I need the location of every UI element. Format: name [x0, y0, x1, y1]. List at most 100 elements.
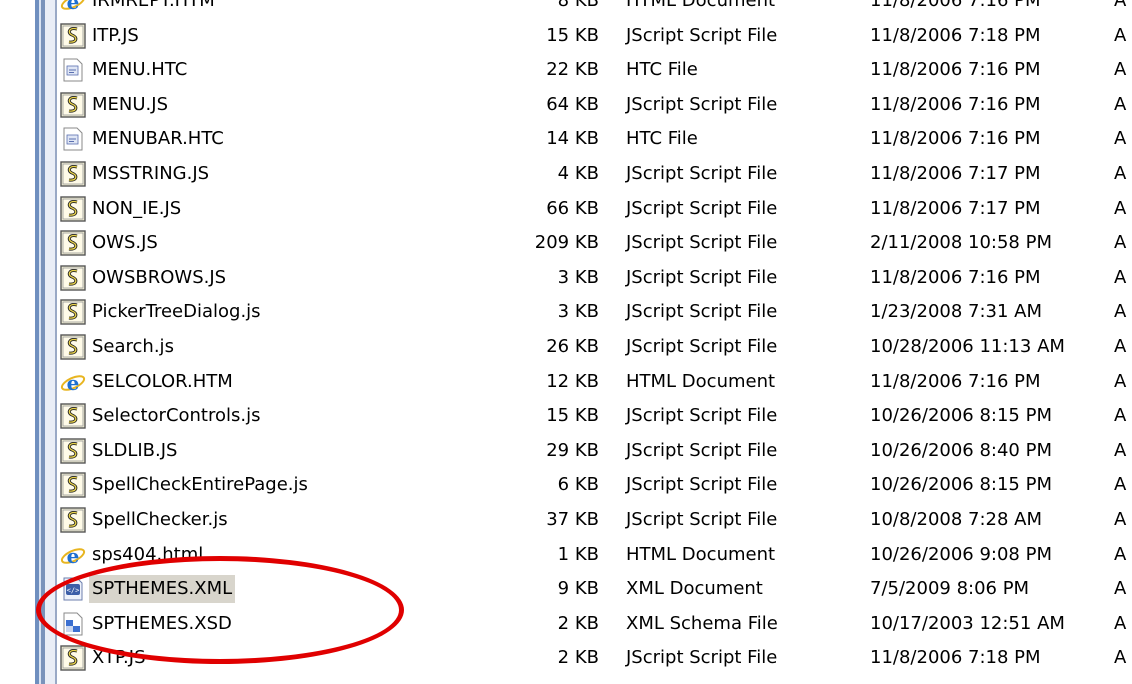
file-attributes: A	[1114, 163, 1127, 184]
file-type: JScript Script File	[626, 474, 778, 496]
file-size: 26 KB	[546, 336, 599, 357]
file-name: SpellChecker.js	[92, 509, 228, 530]
jscript-icon	[60, 92, 86, 118]
file-row[interactable]: MSSTRING.JS 4 KB JScript Script File 11/8/2…	[0, 157, 1132, 191]
file-name: Search.js	[92, 336, 174, 357]
file-modified: 11/8/2006 7:16 PM	[870, 0, 1041, 11]
xml-icon: </>	[60, 576, 86, 602]
file-size: 6 KB	[557, 474, 599, 496]
file-modified: 10/8/2008 7:28 AM	[870, 509, 1043, 530]
file-attributes: A	[1114, 197, 1127, 219]
file-name: ITP.JS	[92, 24, 139, 46]
file-row[interactable]: </> SPTHEMES.XML 9 KB XML Document 7/5/2009 …	[0, 572, 1132, 606]
file-type: JScript Script File	[626, 405, 778, 427]
file-modified: 2/11/2008 10:58 PM	[870, 232, 1052, 254]
xsd-icon	[60, 611, 86, 637]
file-modified: 11/8/2006 7:16 PM	[870, 59, 1041, 81]
file-modified: 11/8/2006 7:16 PM	[870, 370, 1041, 392]
file-size: 64 KB	[546, 93, 599, 115]
file-row[interactable]: XTP.JS 2 KB JScript Script File 11/8/2006 7…	[0, 641, 1132, 675]
file-size: 2 KB	[557, 612, 599, 634]
file-attributes: A	[1114, 301, 1127, 323]
file-name: SELCOLOR.HTM	[92, 370, 233, 392]
file-size: 3 KB	[557, 301, 599, 323]
file-name: IRMREPT.HTM	[92, 0, 215, 11]
file-modified: 7/5/2009 8:06 PM	[870, 578, 1030, 600]
file-name: PickerTreeDialog.js	[92, 301, 261, 323]
file-row[interactable]: e IRMREPT.HTM 8 KB HTML Document 11/8/2006 7…	[0, 0, 1132, 18]
file-attributes: A	[1114, 612, 1127, 634]
file-size: 15 KB	[546, 24, 599, 46]
file-modified: 10/26/2006 9:08 PM	[870, 543, 1052, 565]
file-attributes: A	[1114, 509, 1127, 530]
file-row[interactable]: Search.js 26 KB JScript Script File 10/28/2…	[0, 330, 1132, 364]
jscript-icon	[60, 507, 86, 533]
file-type: XML Document	[626, 578, 763, 600]
file-row[interactable]: e sps404.html 1 KB HTML Document 10/26/2006 …	[0, 538, 1132, 572]
file-attributes: A	[1114, 578, 1127, 600]
file-row[interactable]: PickerTreeDialog.js 3 KB JScript Script Fi…	[0, 295, 1132, 329]
file-row[interactable]: MENU.JS 64 KB JScript Script File 11/8/2006…	[0, 88, 1132, 122]
file-type: JScript Script File	[626, 93, 778, 115]
file-size: 8 KB	[557, 0, 599, 11]
file-row[interactable]: SpellChecker.js 37 KB JScript Script File 1…	[0, 503, 1132, 537]
file-modified: 11/8/2006 7:17 PM	[870, 163, 1041, 184]
file-name: OWS.JS	[92, 232, 158, 254]
file-row[interactable]: SelectorControls.js 15 KB JScript Script F…	[0, 399, 1132, 433]
svg-text:e: e	[67, 371, 80, 395]
file-row[interactable]: OWS.JS 209 KB JScript Script File 2/11/2008…	[0, 226, 1132, 260]
file-name: SLDLIB.JS	[92, 439, 178, 461]
file-modified: 11/8/2006 7:16 PM	[870, 266, 1041, 288]
jscript-icon	[60, 472, 86, 499]
file-row[interactable]: SLDLIB.JS 29 KB JScript Script File 10/26/2…	[0, 434, 1132, 468]
file-attributes: A	[1114, 232, 1127, 254]
file-name: OWSBROWS.JS	[92, 266, 227, 288]
ie-icon: e	[60, 369, 86, 395]
file-row[interactable]: e SELCOLOR.HTM 12 KB HTML Document 11/8/2006…	[0, 365, 1132, 399]
file-modified: 10/26/2006 8:15 PM	[870, 405, 1052, 427]
file-modified: 10/26/2006 8:15 PM	[870, 474, 1052, 496]
file-row[interactable]: SpellCheckEntirePage.js 6 KB JScript Scrip…	[0, 468, 1132, 502]
file-name: sps404.html	[92, 543, 204, 565]
jscript-icon	[60, 230, 86, 256]
file-size: 14 KB	[546, 128, 599, 150]
jscript-icon	[60, 195, 86, 222]
file-modified: 10/17/2003 12:51 AM	[870, 612, 1065, 634]
file-name: NON_IE.JS	[92, 197, 182, 219]
file-attributes: A	[1114, 93, 1127, 115]
file-row[interactable]: OWSBROWS.JS 3 KB JScript Script File 11/8/2…	[0, 261, 1132, 295]
htc-icon	[60, 126, 86, 152]
file-size: 1 KB	[557, 543, 599, 565]
file-type: JScript Script File	[626, 232, 778, 254]
file-type: HTML Document	[626, 543, 776, 565]
file-attributes: A	[1114, 474, 1127, 496]
file-row[interactable]: MENUBAR.HTC 14 KB HTC File 11/8/2006 7:16 P…	[0, 122, 1132, 156]
file-attributes: A	[1114, 0, 1127, 11]
file-name: XTP.JS	[92, 647, 146, 669]
jscript-icon	[60, 645, 86, 672]
file-modified: 11/8/2006 7:18 PM	[870, 24, 1041, 46]
file-type: JScript Script File	[626, 509, 778, 530]
file-row[interactable]: SPTHEMES.XSD 2 KB XML Schema File 10/17/200…	[0, 607, 1132, 641]
file-size: 3 KB	[557, 266, 599, 288]
file-size: 37 KB	[546, 509, 599, 530]
file-modified: 11/8/2006 7:16 PM	[870, 128, 1041, 150]
htc-icon	[60, 57, 86, 83]
file-name: SelectorControls.js	[92, 405, 261, 427]
file-type: JScript Script File	[626, 439, 778, 461]
jscript-icon	[60, 299, 86, 326]
file-type: JScript Script File	[626, 301, 778, 323]
file-size: 209 KB	[534, 232, 599, 254]
file-row[interactable]: MENU.HTC 22 KB HTC File 11/8/2006 7:16 PM A	[0, 53, 1132, 87]
file-attributes: A	[1114, 24, 1127, 46]
file-name: SPTHEMES.XSD	[92, 612, 232, 634]
file-type: HTC File	[626, 59, 698, 81]
file-row[interactable]: ITP.JS 15 KB JScript Script File 11/8/2006 …	[0, 19, 1132, 53]
file-size: 12 KB	[546, 370, 599, 392]
file-size: 66 KB	[546, 197, 599, 219]
file-attributes: A	[1114, 543, 1127, 565]
file-attributes: A	[1114, 439, 1127, 461]
jscript-icon	[60, 161, 86, 187]
file-attributes: A	[1114, 59, 1127, 81]
file-row[interactable]: NON_IE.JS 66 KB JScript Script File 11/8/20…	[0, 192, 1132, 226]
